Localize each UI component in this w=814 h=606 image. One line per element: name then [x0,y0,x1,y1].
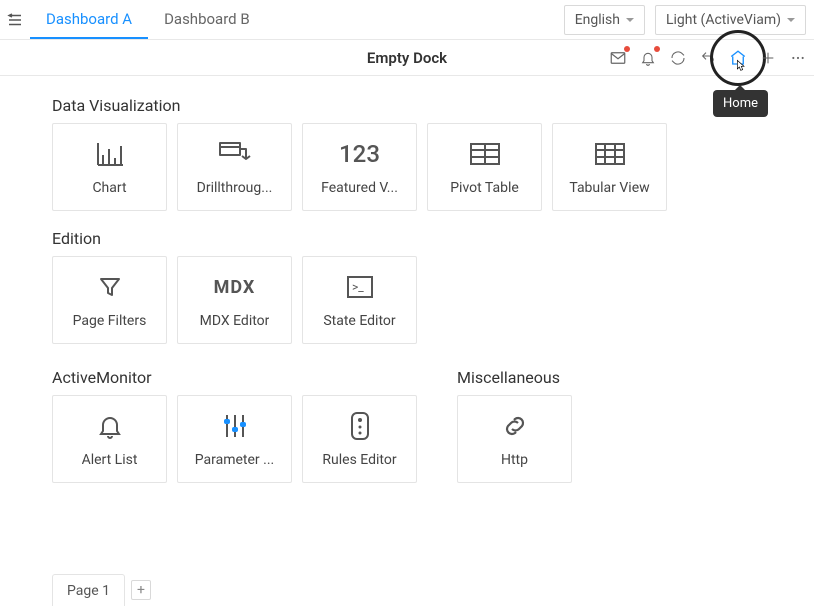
notifications-button[interactable] [638,48,658,68]
card-label: Rules Editor [322,452,396,468]
card-parameter[interactable]: Parameter ... [177,395,292,483]
section-title-miscellaneous: Miscellaneous [457,368,572,387]
add-page-button[interactable]: + [131,580,151,600]
sidebar-toggle[interactable] [0,0,30,39]
tab-dashboard-b[interactable]: Dashboard B [148,0,266,39]
card-page-filters[interactable]: Page Filters [52,256,167,344]
titlebar-icons: Home [608,48,808,68]
page-tab-label: Page 1 [67,583,110,599]
pivot-table-icon [470,138,500,170]
card-featured-values[interactable]: 123 Featured V... [302,123,417,211]
card-rules-editor[interactable]: Rules Editor [302,395,417,483]
tab-label: Dashboard B [164,10,250,28]
card-label: Parameter ... [195,452,274,468]
page-tab-1[interactable]: Page 1 [52,574,125,606]
refresh-icon [670,50,686,66]
card-label: MDX Editor [200,313,270,329]
notification-dot [624,46,630,52]
topbar: Dashboard A Dashboard B English Light (A… [0,0,814,40]
card-row-data-visualization: Chart Drillthroug... 123 Featured V... [52,123,794,211]
titlebar: Empty Dock [0,40,814,76]
pagesbar: Page 1 + [0,566,814,606]
content: Data Visualization Chart Drillthroug.. [0,76,814,566]
home-tooltip: Home [713,90,768,117]
card-pivot-table[interactable]: Pivot Table [427,123,542,211]
section-active-monitor: ActiveMonitor Alert List [52,362,417,501]
refresh-button[interactable] [668,48,688,68]
card-tabular-view[interactable]: Tabular View [552,123,667,211]
dashboard-tabs: Dashboard A Dashboard B [30,0,564,39]
bell-icon [98,410,122,442]
theme-dropdown-label: Light (ActiveViam) [666,12,781,28]
plus-icon [760,50,776,66]
mdx-icon: MDX [214,271,256,303]
chevron-down-icon [787,18,795,22]
card-state-editor[interactable]: >_ State Editor [302,256,417,344]
card-label: Alert List [82,452,138,468]
topbar-right: English Light (ActiveViam) [564,0,814,39]
home-icon [729,49,747,67]
card-label: Drillthroug... [197,180,273,196]
card-row-miscellaneous: Http [457,395,572,483]
chart-icon [95,138,125,170]
card-row-edition: Page Filters MDX MDX Editor >_ State Edi… [52,256,794,344]
theme-dropdown[interactable]: Light (ActiveViam) [655,5,806,35]
mail-button[interactable] [608,48,628,68]
tab-label: Dashboard A [46,10,132,28]
card-label: Featured V... [321,180,398,196]
chevron-down-icon [626,18,634,22]
section-title-data-visualization: Data Visualization [52,96,794,115]
language-dropdown-label: English [575,12,620,28]
more-button[interactable] [788,48,808,68]
section-title-active-monitor: ActiveMonitor [52,368,417,387]
tabular-view-icon [595,138,625,170]
drillthrough-icon [218,138,252,170]
card-label: Tabular View [569,180,649,196]
card-label: Pivot Table [450,180,519,196]
section-miscellaneous: Miscellaneous Http [457,362,572,501]
link-icon [502,410,528,442]
tab-dashboard-a[interactable]: Dashboard A [30,0,148,39]
card-chart[interactable]: Chart [52,123,167,211]
card-row-active-monitor: Alert List Parameter ... [52,395,417,483]
card-http[interactable]: Http [457,395,572,483]
ellipsis-icon [790,50,806,66]
notification-dot [654,46,660,52]
card-label: Chart [92,180,126,196]
language-dropdown[interactable]: English [564,5,645,35]
plus-icon: + [137,582,145,598]
card-drillthrough[interactable]: Drillthroug... [177,123,292,211]
section-title-edition: Edition [52,229,794,248]
svg-text:>_: >_ [352,280,364,294]
undo-button[interactable] [698,48,718,68]
card-label: Http [501,452,528,468]
card-alert-list[interactable]: Alert List [52,395,167,483]
bell-icon [640,50,656,66]
card-label: Page Filters [73,313,147,329]
parameter-icon [221,410,249,442]
filter-icon [98,271,122,303]
card-label: State Editor [323,313,395,329]
page-title: Empty Dock [367,49,447,67]
state-editor-icon: >_ [347,271,373,303]
card-mdx-editor[interactable]: MDX MDX Editor [177,256,292,344]
undo-icon [700,50,716,66]
add-button[interactable] [758,48,778,68]
featured-values-icon: 123 [339,138,380,170]
home-button[interactable]: Home [728,48,748,68]
rules-icon [351,410,369,442]
